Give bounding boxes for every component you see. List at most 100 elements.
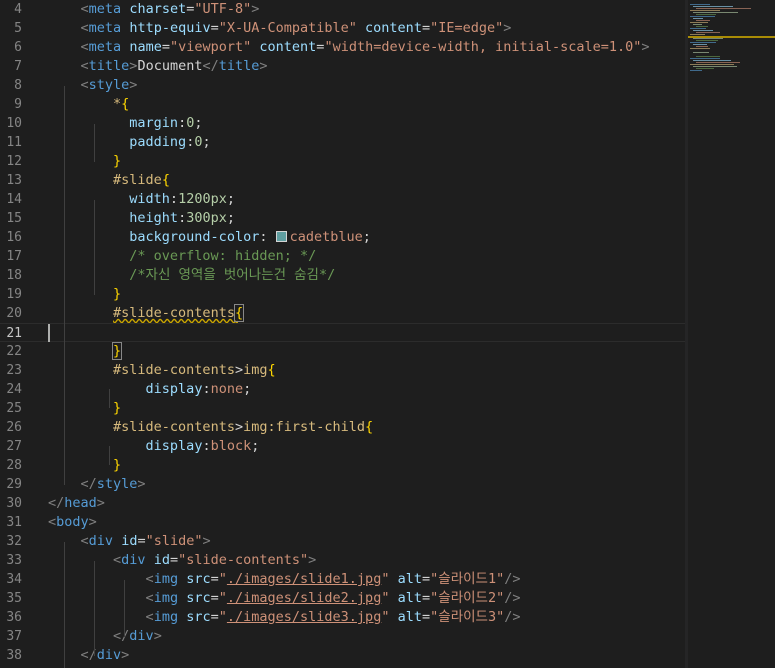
line-number: 30	[6, 496, 22, 511]
minimap-line	[693, 38, 723, 39]
line-number: 27	[6, 439, 22, 454]
code-line[interactable]: 6 <meta name="viewport" content="width=d…	[0, 38, 685, 57]
code-line[interactable]: 33 <div id="slide-contents">	[0, 551, 685, 570]
line-number: 6	[14, 40, 22, 55]
code-line[interactable]: 24 display:none;	[0, 380, 685, 399]
code-line[interactable]: 8 <style>	[0, 76, 685, 95]
code-line[interactable]: 30 </head>	[0, 494, 685, 513]
code-line[interactable]: 17 /* overflow: hidden; */	[0, 247, 685, 266]
code-text: width:1200px;	[129, 191, 235, 207]
code-line[interactable]: 29 </style>	[0, 475, 685, 494]
minimap-line	[696, 26, 708, 27]
line-number: 31	[6, 515, 22, 530]
line-number: 28	[6, 458, 22, 473]
line-number: 23	[6, 363, 22, 378]
code-text: }	[113, 286, 122, 302]
code-text: #slide-contents{	[113, 304, 245, 322]
minimap-line	[696, 62, 740, 63]
code-text: }	[113, 457, 122, 473]
line-number: 25	[6, 401, 22, 416]
code-line[interactable]: 32 <div id="slide">	[0, 532, 685, 551]
minimap-line	[690, 70, 702, 71]
code-text: #slide-contents>img{	[113, 362, 276, 378]
code-text: #slide{	[113, 172, 170, 188]
code-line[interactable]: 19 }	[0, 285, 685, 304]
line-number: 19	[6, 287, 22, 302]
minimap-line	[690, 34, 705, 35]
code-line[interactable]: 38 </div>	[0, 646, 685, 665]
code-line[interactable]: 20 #slide-contents{	[0, 304, 685, 323]
line-number: 13	[6, 173, 22, 188]
code-line[interactable]: 12 }	[0, 152, 685, 171]
code-line[interactable]: 15 height:300px;	[0, 209, 685, 228]
line-number: 33	[6, 553, 22, 568]
code-line[interactable]: 11 padding:0;	[0, 133, 685, 152]
indent-guide	[94, 124, 95, 162]
code-line[interactable]: 23 #slide-contents>img{	[0, 361, 685, 380]
code-line[interactable]: 13 #slide{	[0, 171, 685, 190]
line-number: 16	[6, 230, 22, 245]
line-number: 32	[6, 534, 22, 549]
code-line[interactable]: 25 }	[0, 399, 685, 418]
minimap-line	[693, 12, 738, 13]
indent-guide	[64, 86, 65, 485]
code-text: background-color: cadetblue;	[129, 229, 371, 245]
text-cursor	[48, 324, 50, 342]
line-number: 24	[6, 382, 22, 397]
line-number: 4	[14, 2, 22, 17]
line-number: 10	[6, 116, 22, 131]
code-text: <style>	[80, 77, 138, 93]
minimap-line	[696, 8, 751, 9]
code-line[interactable]: 34 <img src="./images/slide1.jpg" alt="슬…	[0, 570, 685, 589]
code-text: height:300px;	[129, 210, 235, 226]
code-line[interactable]: 28 }	[0, 456, 685, 475]
code-text: <img src="./images/slide3.jpg" alt="슬라이드…	[145, 609, 521, 625]
code-line[interactable]: 10 margin:0;	[0, 114, 685, 133]
code-line[interactable]: 31 <body>	[0, 513, 685, 532]
code-line[interactable]: 18 /*자신 영역을 벗어나는건 숨김*/	[0, 266, 685, 285]
line-number: 35	[6, 591, 22, 606]
code-line[interactable]: 37 </div>	[0, 627, 685, 646]
code-text: <meta name="viewport" content="width=dev…	[80, 39, 650, 55]
code-text: #slide-contents>img:first-child{	[113, 419, 374, 435]
minimap-line	[696, 32, 720, 33]
indent-guide	[124, 580, 125, 637]
code-editor[interactable]: 4 <meta charset="UTF-8"> 5 <meta http-equ…	[0, 0, 775, 668]
line-number: 38	[6, 648, 22, 663]
code-line[interactable]: 5 <meta http-equiv="X-UA-Compatible" con…	[0, 19, 685, 38]
code-line[interactable]: 16 background-color: cadetblue;	[0, 228, 685, 247]
minimap[interactable]	[688, 0, 775, 668]
code-line[interactable]: 22 }	[0, 342, 685, 361]
code-line[interactable]: 26 #slide-contents>img:first-child{	[0, 418, 685, 437]
minimap-line	[690, 4, 710, 5]
code-line[interactable]: 35 <img src="./images/slide2.jpg" alt="슬…	[0, 589, 685, 608]
indent-guide	[109, 389, 110, 408]
code-text: </div>	[80, 647, 130, 663]
code-text: padding:0;	[129, 134, 211, 150]
code-text: <meta charset="UTF-8">	[80, 1, 260, 17]
code-line[interactable]: 27 display:block;	[0, 437, 685, 456]
code-line[interactable]: 14 width:1200px;	[0, 190, 685, 209]
code-text: <title>Document</title>	[80, 58, 268, 74]
minimap-line	[690, 28, 706, 29]
minimap-line	[693, 60, 731, 61]
minimap-line	[693, 66, 737, 67]
code-line[interactable]: 7 <title>Document</title>	[0, 57, 685, 76]
minimap-line	[690, 10, 720, 11]
minimap-line	[690, 64, 734, 65]
indent-guide	[94, 200, 95, 295]
code-line[interactable]: 21	[0, 323, 685, 342]
code-text: <body>	[48, 514, 97, 530]
code-text: }	[113, 153, 122, 169]
code-line[interactable]: 4 <meta charset="UTF-8">	[0, 0, 685, 19]
minimap-line	[693, 18, 703, 19]
code-text: <img src="./images/slide2.jpg" alt="슬라이드…	[145, 590, 521, 606]
line-number: 36	[6, 610, 22, 625]
line-number: 5	[14, 21, 22, 36]
minimap-line	[693, 30, 713, 31]
indent-guide	[64, 542, 65, 668]
code-text: display:none;	[145, 381, 252, 397]
code-line[interactable]: 9 *{	[0, 95, 685, 114]
code-line[interactable]: 36 <img src="./images/slide3.jpg" alt="슬…	[0, 608, 685, 627]
minimap-line	[696, 20, 710, 21]
